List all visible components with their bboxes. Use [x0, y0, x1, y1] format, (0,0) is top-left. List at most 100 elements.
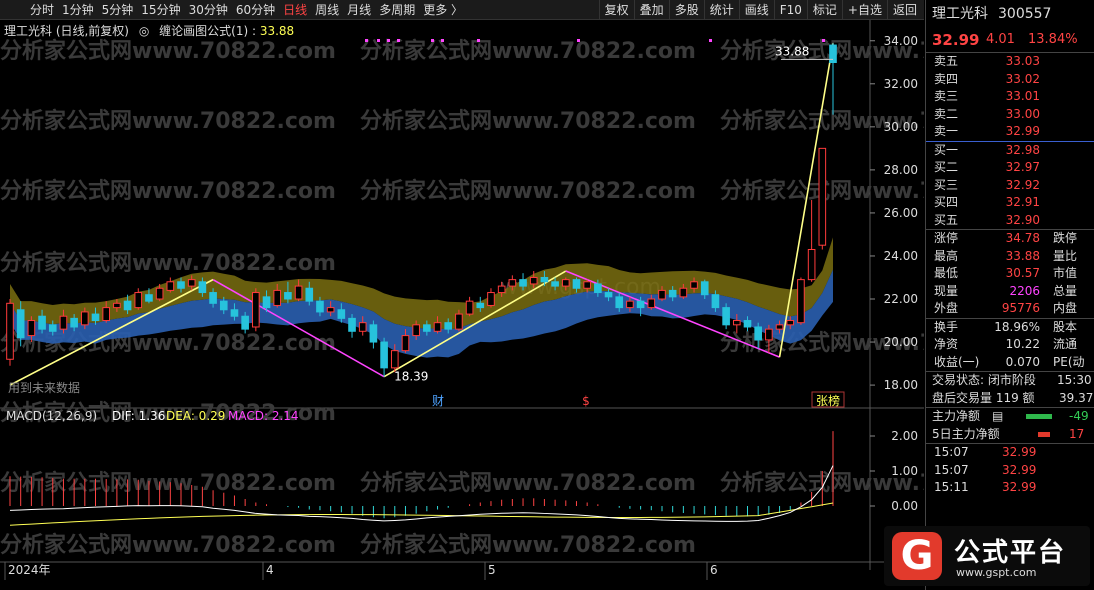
candle-body [113, 302, 121, 309]
stock-chart-title: 理工光科 (日线,前复权) [4, 24, 129, 38]
toolbar-button[interactable]: 画线 [738, 0, 774, 20]
candle-body [177, 281, 185, 289]
candle-body [508, 279, 517, 287]
tool-buttons: 复权 叠加 多股 统计 画线 F10 标记 +自选 返回 [598, 0, 922, 20]
candle-body [711, 294, 720, 309]
quote-row-value: 33.01 [1005, 89, 1040, 103]
candle-body [700, 281, 709, 296]
macd-title: MACD(12,26,9) [6, 409, 97, 423]
watermark-text: 分析家公式网www.70822.com [0, 470, 336, 496]
logo-icon: G [892, 532, 942, 580]
period-tab[interactable]: 日线 [279, 0, 311, 20]
quote-row: 收益(一) 0.070 PE(动 [926, 354, 1094, 372]
main-net-5d-row: 5日主力净额 17 [926, 426, 1094, 444]
macd-dif: DIF: 1.36 [112, 409, 165, 423]
watermark-text: 分析家公式网www.70822.com [360, 470, 696, 496]
tick-row: 15:07 32.99 [926, 462, 1094, 480]
tick-list: 15:07 32.99 15:07 32.99 15:11 32.99 [926, 444, 1094, 497]
candle-body [91, 313, 100, 322]
period-tab[interactable]: 60分钟 [232, 0, 279, 20]
toolbar-button[interactable]: 统计 [703, 0, 739, 20]
period-tab[interactable]: 1分钟 [58, 0, 98, 20]
toolbar-button[interactable]: 返回 [886, 0, 922, 20]
watermark-text: 分析家公式网www.70822.com [360, 178, 696, 204]
candle-body [219, 300, 228, 311]
candle-body [390, 350, 399, 369]
trade-status-time: 15:30 [1057, 373, 1092, 387]
signal-dot [477, 39, 480, 42]
quote-row-value: 32.91 [1005, 195, 1040, 209]
period-tab[interactable]: 更多 〉 [419, 0, 467, 20]
quote-row-label-2: PE(动 [1053, 354, 1085, 369]
event-label: 财 [432, 394, 444, 408]
quote-row-value: 95776 [1001, 301, 1040, 315]
toolbar-button[interactable]: +自选 [841, 0, 887, 20]
signal-dot [441, 39, 444, 42]
period-tab[interactable]: 5分钟 [98, 0, 138, 20]
y-tick-label: 32.00 [884, 77, 918, 91]
quote-row-label-2: 股本 [1053, 319, 1078, 334]
candle-body [262, 296, 271, 309]
quote-row-label: 卖四 [934, 71, 959, 86]
quote-row: 买二 32.97 [926, 159, 1094, 177]
period-tab[interactable]: 15分钟 [137, 0, 184, 20]
candle-body [658, 289, 666, 300]
watermark-text: 分析家公式网www.70822.com [0, 38, 336, 64]
indicator-circle-icon[interactable]: ◎ [139, 24, 149, 38]
candle-body [444, 322, 453, 330]
tick-time: 15:07 [934, 462, 969, 477]
indicator-value: 33.88 [259, 24, 295, 38]
y-tick-label: 20.00 [884, 335, 918, 349]
period-tab[interactable]: 分时 [26, 0, 58, 20]
quote-row-label: 收益(一) [934, 354, 980, 369]
macd-value: MACD: 2.14 [228, 409, 299, 423]
period-tab[interactable]: 多周期 [375, 0, 419, 20]
quote-row-value: 32.97 [1005, 160, 1040, 174]
candle-body [465, 300, 474, 315]
quote-row-value: 34.78 [1005, 231, 1040, 245]
net-flow-bar [1038, 431, 1050, 437]
quote-row-label: 最高 [934, 248, 959, 263]
watermark-logo: G 公式平台 www.gspt.com [884, 526, 1090, 586]
toolbar-button[interactable]: 多股 [668, 0, 704, 20]
toolbar-button[interactable]: F10 [773, 0, 807, 20]
quote-row-value: 2206 [1009, 283, 1040, 298]
candle-body [743, 320, 752, 328]
candle-body [722, 307, 730, 326]
candle-body [48, 324, 57, 332]
after-hours-row: 盘后交易量 119 额 39.37 [926, 390, 1094, 408]
quote-row-label-2: 内盘 [1053, 301, 1078, 315]
candle-body [615, 296, 624, 309]
quote-row-label-2: 总量 [1053, 283, 1078, 298]
quote-row: 卖二 33.00 [926, 106, 1094, 124]
quote-row: 买三 32.92 [926, 177, 1094, 195]
stats-block-2: 换手 18.96% 股本 净资 10.22 流通 收益(一) 0.070 PE(动 [926, 319, 1094, 372]
period-tab[interactable]: 月线 [343, 0, 375, 20]
candle-body [647, 298, 656, 309]
period-tab[interactable]: 30分钟 [185, 0, 232, 20]
quote-row: 卖五 33.03 [926, 53, 1094, 71]
toolbar-button[interactable]: 叠加 [633, 0, 669, 20]
x-axis-label: 6 [710, 563, 718, 577]
event-label: 张榜 [816, 393, 840, 408]
candle-body [59, 315, 68, 330]
y-tick-label: 22.00 [884, 292, 918, 306]
quote-row-label: 买三 [934, 177, 959, 192]
toolbar-button[interactable]: 标记 [806, 0, 842, 20]
candle-body [284, 292, 292, 300]
candle-body [519, 279, 527, 287]
quote-row-value: 33.88 [1005, 248, 1040, 263]
toolbar-button[interactable]: 复权 [598, 0, 634, 20]
watermark-text: 分析家公式网www.70822.com [360, 38, 696, 64]
candle-body [16, 309, 25, 339]
quote-row: 买四 32.91 [926, 194, 1094, 212]
watermark-text: 分析家公式网www.70822.com [0, 178, 336, 204]
macd-dea: DEA: 0.29 [166, 409, 225, 423]
candle-body [551, 281, 559, 287]
candle-body [294, 285, 303, 300]
candle-body [316, 300, 324, 313]
candle-body [797, 279, 805, 324]
period-tab[interactable]: 周线 [311, 0, 343, 20]
y-tick-label: 24.00 [884, 249, 918, 263]
list-icon[interactable]: ▤ [992, 408, 1003, 426]
